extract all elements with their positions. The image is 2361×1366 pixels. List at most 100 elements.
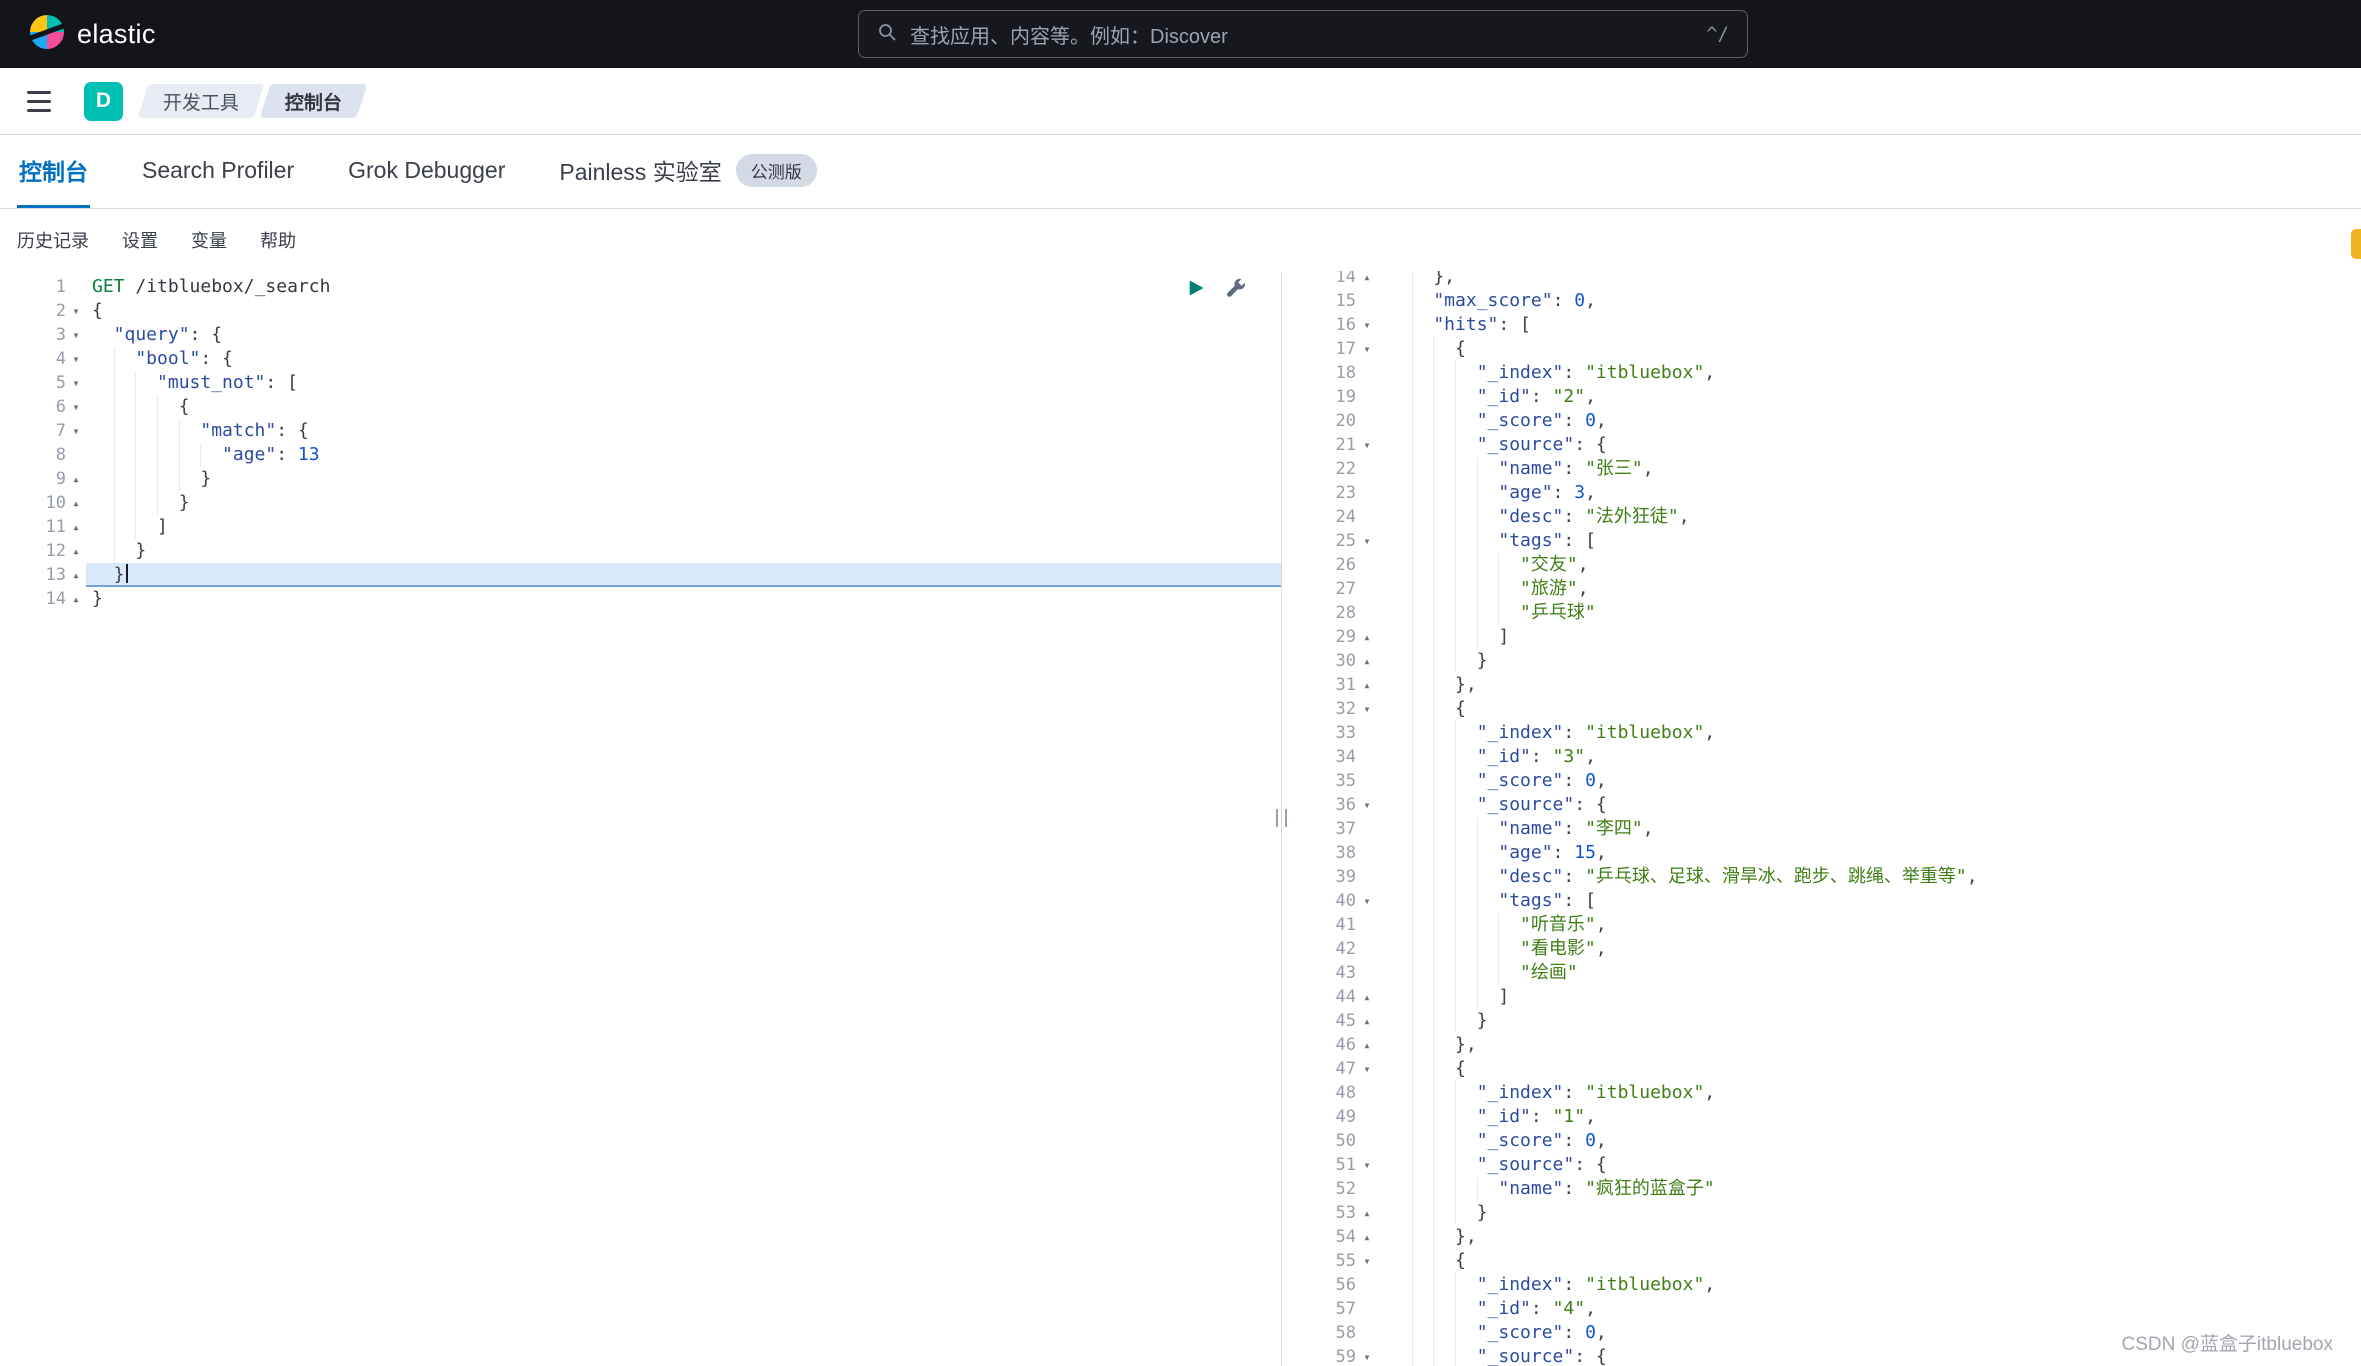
fold-toggle-icon[interactable]: ▾ — [1356, 529, 1378, 553]
response-line[interactable]: 17 ▾{ — [1282, 337, 2361, 361]
response-line[interactable]: 29 ▴] — [1282, 625, 2361, 649]
tab-painless-lab[interactable]: Painless 实验室 公测版 — [557, 135, 818, 208]
breadcrumb-dev-tools[interactable]: 开发工具 — [137, 84, 265, 118]
fold-toggle-icon[interactable]: ▾ — [1356, 313, 1378, 337]
fold-toggle-icon[interactable]: ▴ — [1356, 1225, 1378, 1249]
response-line[interactable]: 50 "_score": 0, — [1282, 1129, 2361, 1153]
request-line[interactable]: 4 ▾ "bool": { — [0, 347, 1281, 371]
response-pane[interactable]: 14 ▴}, 15 "max_score": 0, 16 ▾ "hits": [17 ▾{18… — [1282, 271, 2361, 1366]
console-menu-history[interactable]: 历史记录 — [17, 227, 89, 253]
fold-toggle-icon[interactable]: ▴ — [1356, 1033, 1378, 1057]
fold-toggle-icon[interactable]: ▾ — [1356, 1153, 1378, 1177]
fold-toggle-icon[interactable]: ▴ — [1356, 985, 1378, 1009]
response-line[interactable]: 32 ▾{ — [1282, 697, 2361, 721]
request-line[interactable]: 10 ▴} — [0, 491, 1281, 515]
response-line[interactable]: 53 ▴} — [1282, 1201, 2361, 1225]
console-menu-help[interactable]: 帮助 — [260, 227, 296, 253]
response-line[interactable]: 21 ▾ "_source": { — [1282, 433, 2361, 457]
request-line[interactable]: 7 ▾ "match": { — [0, 419, 1281, 443]
fold-toggle-icon[interactable]: ▾ — [1356, 433, 1378, 457]
fold-toggle-icon[interactable]: ▾ — [66, 347, 86, 371]
response-line[interactable]: 22 "name": "张三", — [1282, 457, 2361, 481]
response-line[interactable]: 18 "_index": "itbluebox", — [1282, 361, 2361, 385]
request-line[interactable]: 6 ▾{ — [0, 395, 1281, 419]
fold-toggle-icon[interactable]: ▴ — [66, 467, 86, 491]
edge-clipped-widget[interactable] — [2351, 229, 2361, 259]
request-line[interactable]: 2 ▾ { — [0, 299, 1281, 323]
fold-toggle-icon[interactable]: ▾ — [1356, 1249, 1378, 1273]
response-line[interactable]: 26 "交友", — [1282, 553, 2361, 577]
response-line[interactable]: 55 ▾{ — [1282, 1249, 2361, 1273]
response-line[interactable]: 41 "听音乐", — [1282, 913, 2361, 937]
console-menu-settings[interactable]: 设置 — [122, 227, 158, 253]
response-line[interactable]: 35 "_score": 0, — [1282, 769, 2361, 793]
response-line[interactable]: 28 "乒乓球" — [1282, 601, 2361, 625]
tab-grok-debugger[interactable]: Grok Debugger — [346, 135, 507, 208]
fold-toggle-icon[interactable]: ▾ — [66, 371, 86, 395]
request-line[interactable]: 3 ▾ "query": { — [0, 323, 1281, 347]
elastic-logo[interactable]: elastic — [25, 0, 156, 68]
fold-toggle-icon[interactable]: ▴ — [66, 539, 86, 563]
response-line[interactable]: 47 ▾{ — [1282, 1057, 2361, 1081]
response-line[interactable]: 15 "max_score": 0, — [1282, 289, 2361, 313]
response-line[interactable]: 44 ▴] — [1282, 985, 2361, 1009]
menu-button[interactable] — [20, 82, 58, 120]
response-line[interactable]: 42 "看电影", — [1282, 937, 2361, 961]
request-line[interactable]: 9 ▴} — [0, 467, 1281, 491]
response-line[interactable]: 57 "_id": "4", — [1282, 1297, 2361, 1321]
request-line[interactable]: 11 ▴] — [0, 515, 1281, 539]
response-line[interactable]: 54 ▴}, — [1282, 1225, 2361, 1249]
fold-toggle-icon[interactable]: ▾ — [1356, 1057, 1378, 1081]
fold-toggle-icon[interactable]: ▾ — [1356, 1345, 1378, 1366]
request-line[interactable]: 1 GET /itbluebox/_search — [0, 275, 1281, 299]
fold-toggle-icon[interactable]: ▴ — [1356, 673, 1378, 697]
fold-toggle-icon[interactable]: ▾ — [1356, 889, 1378, 913]
response-line[interactable]: 39 "desc": "乒乓球、足球、滑旱冰、跑步、跳绳、举重等", — [1282, 865, 2361, 889]
response-line[interactable]: 40 ▾ "tags": [ — [1282, 889, 2361, 913]
response-line[interactable]: 46 ▴}, — [1282, 1033, 2361, 1057]
fold-toggle-icon[interactable]: ▾ — [66, 419, 86, 443]
response-line[interactable]: 14 ▴}, — [1282, 271, 2361, 289]
response-line[interactable]: 43 "绘画" — [1282, 961, 2361, 985]
fold-toggle-icon[interactable]: ▾ — [1356, 337, 1378, 361]
request-line[interactable]: 14 ▴} — [0, 587, 1281, 611]
response-line[interactable]: 23 "age": 3, — [1282, 481, 2361, 505]
request-pane[interactable]: 1 GET /itbluebox/_search 2 ▾{3 ▾ "query": {4 ▾… — [0, 271, 1281, 1366]
response-line[interactable]: 33 "_index": "itbluebox", — [1282, 721, 2361, 745]
fold-toggle-icon[interactable]: ▾ — [1356, 793, 1378, 817]
fold-toggle-icon[interactable]: ▾ — [66, 323, 86, 347]
response-line[interactable]: 24 "desc": "法外狂徒", — [1282, 505, 2361, 529]
request-line[interactable]: 12 ▴} — [0, 539, 1281, 563]
fold-toggle-icon[interactable]: ▴ — [66, 563, 86, 587]
request-line[interactable]: 8 "age": 13 — [0, 443, 1281, 467]
response-line[interactable]: 45 ▴} — [1282, 1009, 2361, 1033]
fold-toggle-icon[interactable]: ▾ — [1356, 697, 1378, 721]
response-line[interactable]: 49 "_id": "1", — [1282, 1105, 2361, 1129]
response-line[interactable]: 51 ▾ "_source": { — [1282, 1153, 2361, 1177]
fold-toggle-icon[interactable]: ▾ — [66, 299, 86, 323]
request-settings-button[interactable] — [1223, 276, 1249, 302]
console-menu-variables[interactable]: 变量 — [191, 227, 227, 253]
fold-toggle-icon[interactable]: ▾ — [66, 395, 86, 419]
response-line[interactable]: 37 "name": "李四", — [1282, 817, 2361, 841]
response-line[interactable]: 16 ▾ "hits": [ — [1282, 313, 2361, 337]
fold-toggle-icon[interactable]: ▴ — [66, 491, 86, 515]
send-request-button[interactable] — [1183, 276, 1209, 302]
response-line[interactable]: 25 ▾ "tags": [ — [1282, 529, 2361, 553]
fold-toggle-icon[interactable]: ▴ — [1356, 649, 1378, 673]
response-line[interactable]: 52 "name": "疯狂的蓝盒子" — [1282, 1177, 2361, 1201]
fold-toggle-icon[interactable]: ▴ — [1356, 271, 1378, 289]
response-line[interactable]: 48 "_index": "itbluebox", — [1282, 1081, 2361, 1105]
response-line[interactable]: 20 "_score": 0, — [1282, 409, 2361, 433]
tab-search-profiler[interactable]: Search Profiler — [140, 135, 296, 208]
global-search-input[interactable]: 查找应用、内容等。例如：Discover ^/ — [858, 10, 1748, 58]
space-avatar[interactable]: D — [84, 81, 123, 121]
tab-console[interactable]: 控制台 — [17, 135, 90, 208]
response-line[interactable]: 31 ▴}, — [1282, 673, 2361, 697]
response-line[interactable]: 30 ▴} — [1282, 649, 2361, 673]
response-line[interactable]: 34 "_id": "3", — [1282, 745, 2361, 769]
fold-toggle-icon[interactable]: ▴ — [1356, 1009, 1378, 1033]
breadcrumb-console[interactable]: 控制台 — [259, 84, 368, 118]
response-line[interactable]: 38 "age": 15, — [1282, 841, 2361, 865]
fold-toggle-icon[interactable]: ▴ — [66, 587, 86, 611]
